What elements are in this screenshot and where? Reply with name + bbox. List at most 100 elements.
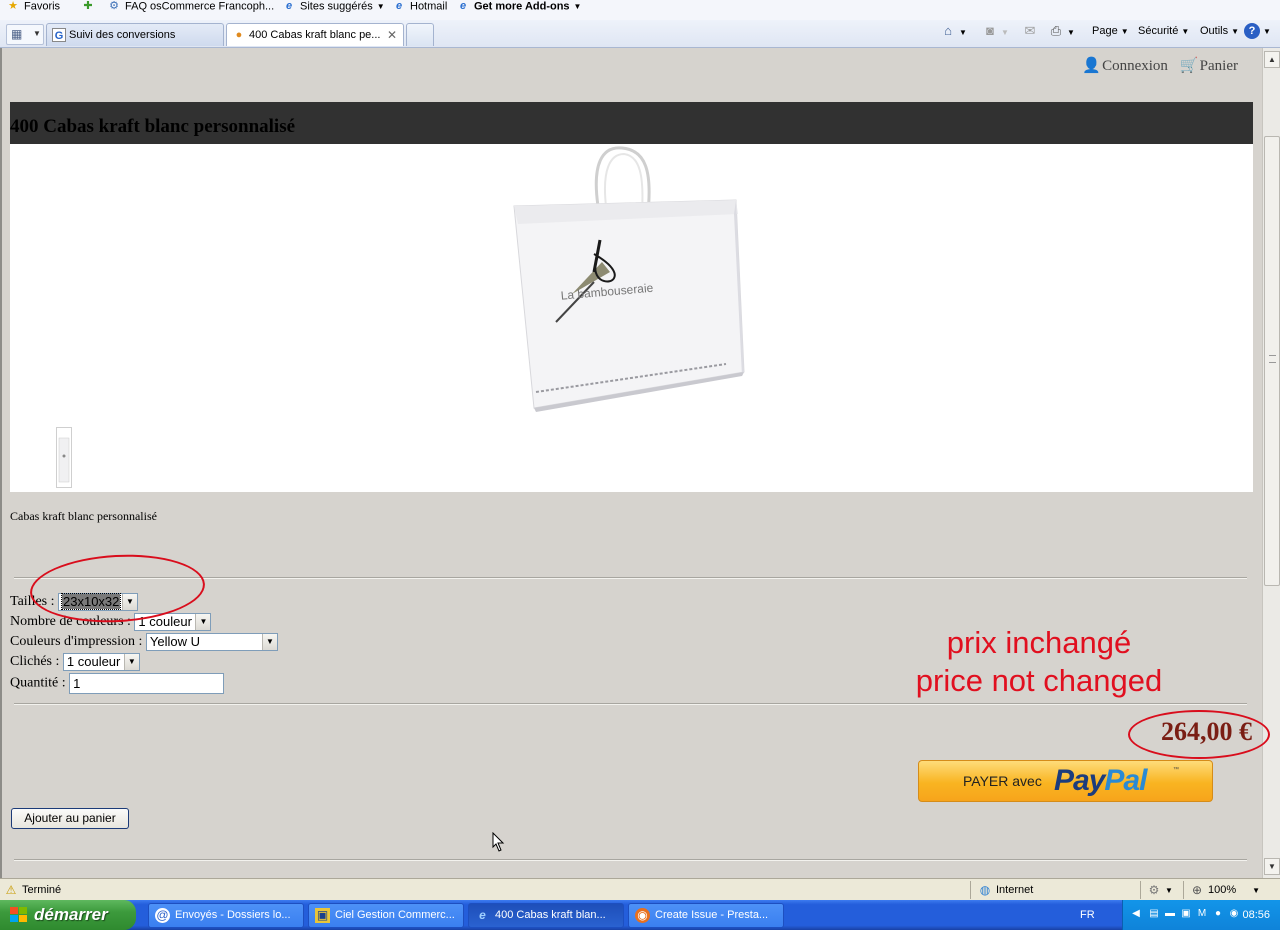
- cart-icon: 🛒: [1179, 58, 1199, 74]
- quantity-input[interactable]: 1: [69, 673, 225, 694]
- paypal-logo: PayPal: [1054, 764, 1147, 798]
- monitor-icon[interactable]: ▣: [1179, 907, 1193, 921]
- help-button[interactable]: ? ▼: [1244, 23, 1271, 39]
- taskbar-item-ie[interactable]: e 400 Cabas kraft blan...: [468, 903, 624, 928]
- warning-icon: ⚠: [5, 883, 17, 897]
- page-menu[interactable]: Page ▼: [1092, 25, 1129, 37]
- taskbar-item-firefox[interactable]: ◉ Create Issue - Presta...: [628, 903, 784, 928]
- close-icon[interactable]: ✕: [387, 24, 397, 46]
- cliches-select[interactable]: 1 couleur ▼: [62, 653, 140, 671]
- windows-logo-icon: [10, 907, 27, 922]
- product-description: Cabas kraft blanc personnalisé: [10, 509, 157, 523]
- ie-icon: e: [479, 908, 486, 922]
- status-text: ⚠ Terminé: [4, 883, 62, 897]
- favorite-suggested-sites[interactable]: e Sites suggérés ▼: [282, 0, 385, 14]
- favorite-hotmail[interactable]: e Hotmail: [392, 0, 447, 14]
- protected-mode-button[interactable]: ⚙ ▼: [1147, 883, 1173, 897]
- cart-link[interactable]: 🛒Panier: [1180, 58, 1238, 74]
- tab-label: 400 Cabas kraft blanc pe...: [249, 29, 381, 41]
- lock-icon: ⚙: [1148, 883, 1160, 897]
- tools-menu-label: Outils: [1200, 25, 1229, 37]
- scroll-up-button[interactable]: ▲: [1264, 51, 1280, 68]
- start-label: démarrer: [34, 905, 108, 924]
- zoom-control[interactable]: ⊕ 100% ▼: [1190, 883, 1260, 897]
- help-icon: ?: [1244, 23, 1260, 39]
- chevron-left-icon[interactable]: ◀: [1129, 907, 1143, 921]
- annotation-line-2: price not changed: [915, 663, 1163, 698]
- task-label: Envoyés - Dossiers lo...: [175, 909, 291, 921]
- link-icon: ⚙: [109, 0, 119, 12]
- add-favorite-button[interactable]: ✚: [81, 0, 99, 14]
- taskbar: démarrer @ Envoyés - Dossiers lo... ▣ Ci…: [0, 900, 1280, 930]
- chevron-down-icon: ▼: [1120, 27, 1129, 36]
- chevron-down-icon: ▼: [1001, 28, 1009, 37]
- chevron-down-icon: ▼: [1067, 28, 1075, 37]
- new-tab-button[interactable]: [406, 23, 434, 46]
- tab-suivi-conversions[interactable]: G Suivi des conversions: [46, 23, 224, 46]
- mouse-cursor-icon: [492, 832, 505, 852]
- mail-client-icon: @: [155, 908, 170, 923]
- login-label: Connexion: [1102, 58, 1168, 74]
- home-button[interactable]: ⌂ ▼: [940, 23, 967, 39]
- divider: [1140, 881, 1141, 899]
- tab-label: Suivi des conversions: [69, 29, 176, 41]
- select-value: 1 couleur: [66, 654, 121, 669]
- task-label: Ciel Gestion Commerc...: [335, 909, 455, 921]
- print-button[interactable]: ⎙ ▼: [1048, 23, 1075, 39]
- feeds-button[interactable]: ◙ ▼: [982, 23, 1009, 39]
- security-menu[interactable]: Sécurité ▼: [1138, 25, 1189, 37]
- zoom-label: 100%: [1208, 883, 1237, 896]
- taskbar-item-envoyes[interactable]: @ Envoyés - Dossiers lo...: [148, 903, 304, 928]
- mail-tray-icon[interactable]: M: [1195, 907, 1209, 921]
- favorite-get-addons[interactable]: e Get more Add-ons ▼: [456, 0, 582, 14]
- product-image[interactable]: La bambouseraie: [506, 144, 752, 412]
- divider: [14, 859, 1247, 861]
- update-icon[interactable]: ◉: [1227, 907, 1241, 921]
- scroll-down-button[interactable]: ▼: [1264, 858, 1280, 875]
- chevron-down-icon[interactable]: ▼: [33, 29, 41, 38]
- chevron-down-icon: ▼: [573, 2, 582, 12]
- login-link[interactable]: 👤Connexion: [1082, 58, 1168, 74]
- chevron-down-icon: ▼: [1181, 27, 1190, 36]
- network-icon[interactable]: ▤: [1147, 907, 1161, 921]
- rss-icon: ◙: [986, 23, 994, 38]
- paypal-trademark: ™: [1173, 767, 1179, 773]
- quick-tabs-button[interactable]: ▦ ▼: [6, 24, 44, 45]
- zoom-icon: ⊕: [1191, 883, 1203, 897]
- divider: [1183, 881, 1184, 899]
- option-row-print-color: Couleurs d'impression : Yellow U ▼: [10, 633, 278, 651]
- favorite-link-label: Sites suggérés: [300, 0, 373, 13]
- display-icon[interactable]: ▬: [1163, 907, 1177, 921]
- taskbar-item-ciel[interactable]: ▣ Ciel Gestion Commerc...: [308, 903, 464, 928]
- annotation-ellipse-price: [1128, 710, 1270, 759]
- paypal-prefix: PAYER avec: [963, 773, 1042, 789]
- add-to-cart-button[interactable]: Ajouter au panier: [11, 808, 129, 829]
- google-icon: G: [52, 28, 66, 42]
- messenger-icon[interactable]: ●: [1211, 907, 1225, 921]
- chevron-down-icon: ▼: [1263, 27, 1271, 36]
- globe-icon: ◍: [979, 883, 991, 897]
- select-value: Yellow U: [149, 634, 201, 649]
- chevron-down-icon: ▼: [1165, 885, 1173, 895]
- scroll-thumb[interactable]: [1264, 136, 1280, 586]
- favorites-button[interactable]: ★ Favoris: [6, 0, 60, 14]
- favorite-link-faq[interactable]: ⚙ FAQ osCommerce Francoph...: [107, 0, 274, 14]
- tools-menu[interactable]: Outils ▼: [1200, 25, 1239, 37]
- security-zone[interactable]: ◍ Internet: [978, 883, 1034, 897]
- product-thumbnail[interactable]: [56, 427, 72, 488]
- mail-button[interactable]: ✉: [1022, 23, 1038, 39]
- option-row-quantity: Quantité : 1: [10, 673, 225, 694]
- print-color-select[interactable]: Yellow U ▼: [145, 633, 278, 651]
- home-icon: ⌂: [944, 23, 952, 38]
- option-label: Couleurs d'impression :: [10, 634, 143, 650]
- vertical-scrollbar[interactable]: ▲ ▼: [1262, 48, 1280, 878]
- start-button[interactable]: démarrer: [0, 900, 136, 930]
- favorite-link-label: FAQ osCommerce Francoph...: [125, 0, 275, 13]
- language-indicator[interactable]: FR: [1080, 909, 1095, 921]
- scroll-grip: [1269, 355, 1276, 363]
- ie-icon: e: [285, 0, 293, 12]
- paypal-button[interactable]: PAYER avec PayPal ™: [918, 760, 1213, 802]
- annotation-line-1: prix inchangé: [946, 625, 1132, 660]
- product-title-bar: 400 Cabas kraft blanc personnalisé: [10, 102, 1253, 144]
- tab-product-page[interactable]: ● 400 Cabas kraft blanc pe... ✕: [226, 23, 404, 46]
